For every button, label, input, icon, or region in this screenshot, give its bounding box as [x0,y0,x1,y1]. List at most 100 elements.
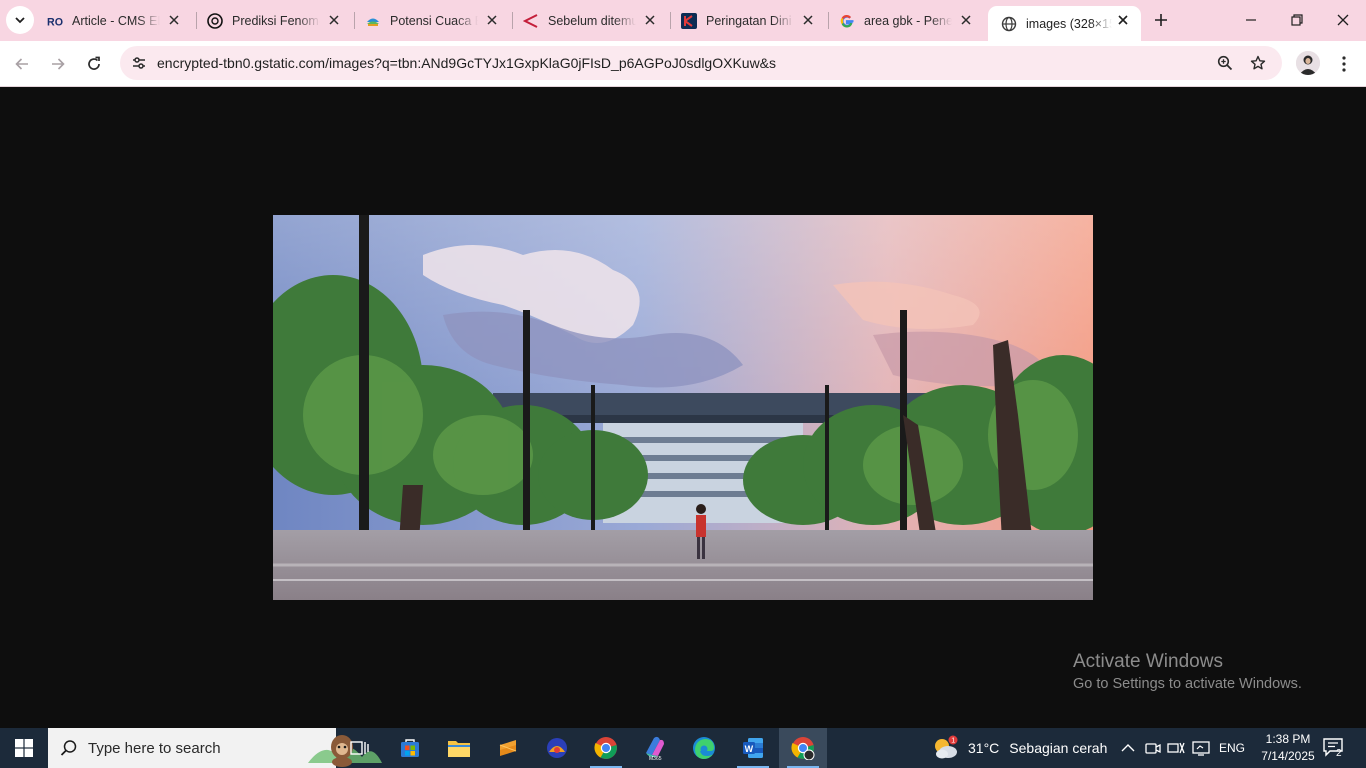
task-view-button[interactable] [336,728,384,768]
activate-windows-title: Activate Windows [1073,651,1223,672]
taskbar-search-box[interactable]: Type here to search [48,728,382,768]
notification-count: 2 [1336,748,1342,759]
tab-title: Potensi Cuaca Ekstrem [390,13,478,28]
search-icon [60,740,77,756]
close-icon [1337,14,1349,26]
minimize-icon [1246,19,1256,21]
input-language-indicator[interactable]: ENG [1219,741,1245,755]
tab-title: images (328×154) [1026,16,1112,31]
sublime-text-button[interactable] [484,728,532,768]
tab-title: Article - CMS EDITOR [72,13,160,28]
activate-windows-subtitle: Go to Settings to activate Windows. [1073,676,1302,692]
circle-app-button[interactable] [533,728,581,768]
star-icon [1250,55,1266,70]
zoom-button[interactable] [1213,51,1237,75]
folder-icon [448,741,470,757]
back-button[interactable] [7,49,37,79]
close-icon[interactable] [642,12,658,28]
tab-article-cms[interactable]: RO Article - CMS EDITOR [34,0,192,41]
m365-icon: M365 [646,736,664,761]
tab-sebelum-ditemukan[interactable]: Sebelum ditemukan [510,0,668,41]
store-icon [401,739,419,757]
file-explorer-button[interactable] [435,728,483,768]
tab-potensi-cuaca[interactable]: Potensi Cuaca Ekstrem [352,0,510,41]
weather-temperature: 31°C [968,740,1000,756]
tab-area-gbk[interactable]: area gbk - Penelusuran Google [826,0,984,41]
stadium-photo[interactable] [273,215,1093,600]
back-arrow-icon [15,58,28,70]
microsoft-store-button[interactable] [386,728,434,768]
start-button[interactable] [0,728,48,768]
bookmark-button[interactable] [1246,51,1270,75]
kompas-icon [681,12,697,29]
clock-time[interactable]: 1:38 PM [1258,732,1318,746]
restore-icon [1291,14,1303,26]
tab-images-active[interactable]: images (328×154) [988,6,1141,41]
windows-taskbar: Type here to search M365 W 1 31°C Sebagi… [0,728,1366,768]
edge-icon [693,737,715,759]
site-info-button[interactable] [127,51,151,75]
profile-avatar[interactable] [1296,51,1320,75]
camera-icon [1145,743,1161,754]
address-bar[interactable]: encrypted-tbn0.gstatic.com/images?q=tbn:… [120,46,1282,80]
meet-now-button[interactable] [1143,738,1163,758]
tab-strip: RO Article - CMS EDITOR Prediksi Fenomen… [0,0,1366,41]
chrome-icon [791,737,815,760]
close-icon[interactable] [166,12,182,28]
chrome-profile-button[interactable] [779,728,827,768]
app-circle-icon [547,738,567,758]
forward-button[interactable] [43,49,73,79]
tab-search-button[interactable] [6,6,34,34]
avatar-icon [1296,51,1320,75]
send-arrow-icon [523,13,539,29]
plus-icon [1155,14,1167,26]
tab-title: Sebelum ditemukan [548,13,636,28]
chatgpt-icon [207,12,223,29]
more-vert-icon [1342,56,1346,72]
partly-sunny-icon: 1 [935,735,958,759]
tab-title: Peringatan Dini Cuaca [706,13,794,28]
notification-center-button[interactable] [1322,736,1348,760]
screen-icon [1192,741,1210,756]
chevron-up-icon [1121,744,1135,752]
sublime-icon [499,740,517,756]
page-viewport: Activate Windows Go to Settings to activ… [0,87,1366,728]
tab-peringatan-dini[interactable]: Peringatan Dini Cuaca [668,0,826,41]
display-button[interactable] [1191,738,1211,758]
close-icon[interactable] [326,12,342,28]
search-placeholder: Type here to search [88,740,221,757]
close-window-button[interactable] [1320,0,1366,40]
restore-button[interactable] [1274,0,1320,40]
zoom-in-icon [1217,55,1233,71]
microsoft-365-button[interactable]: M365 [631,728,679,768]
close-icon[interactable] [800,12,816,28]
clock-date[interactable]: 7/14/2025 [1254,749,1322,763]
tab-prediksi-fenomena[interactable]: Prediksi Fenomena [194,0,352,41]
svg-text:W: W [745,744,754,754]
network-button[interactable] [1166,738,1186,758]
reload-icon [88,56,100,70]
show-hidden-icons-button[interactable] [1118,738,1138,758]
chrome-button[interactable] [582,728,630,768]
browser-menu-button[interactable] [1331,49,1357,79]
chrome-icon [594,737,617,759]
tab-title: area gbk - Penelusuran Google [864,13,952,28]
close-icon[interactable] [958,12,974,28]
new-tab-button[interactable] [1149,8,1173,32]
google-icon [839,13,855,29]
edge-button[interactable] [680,728,728,768]
chevron-down-icon [15,17,25,24]
minimize-button[interactable] [1228,0,1274,40]
word-button[interactable]: W [729,728,777,768]
windows-logo-icon [15,739,33,757]
url-text[interactable]: encrypted-tbn0.gstatic.com/images?q=tbn:… [157,55,776,71]
svg-text:M365: M365 [649,756,662,761]
browser-toolbar: encrypted-tbn0.gstatic.com/images?q=tbn:… [0,41,1366,87]
weather-widget[interactable]: 1 31°C Sebagian cerah [930,728,1107,768]
reload-button[interactable] [79,49,109,79]
forward-arrow-icon [52,58,65,70]
close-icon[interactable] [1115,12,1131,28]
weather-badge: 1 [951,738,955,745]
weather-description: Sebagian cerah [1009,740,1108,756]
close-icon[interactable] [484,12,500,28]
